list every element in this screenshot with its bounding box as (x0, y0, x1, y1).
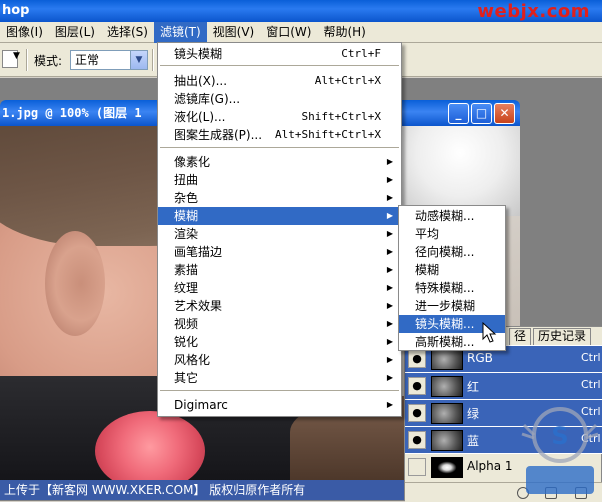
menu-layer[interactable]: 图层(L) (49, 22, 101, 43)
menu-item-pixelate[interactable]: 像素化 ▶ (158, 153, 401, 171)
menu-bar: 图像(I) 图层(L) 选择(S) 滤镜(T) 视图(V) 窗口(W) 帮助(H… (0, 22, 602, 43)
tab-paths[interactable]: 径 (509, 328, 532, 345)
submenu-arrow-icon: ▶ (386, 247, 393, 256)
submenu-arrow-icon: ▶ (386, 301, 393, 310)
eye-icon[interactable]: ● (408, 350, 426, 368)
menu-item-other[interactable]: 其它 ▶ (158, 369, 401, 387)
photo-veil (400, 126, 520, 216)
menu-image[interactable]: 图像(I) (0, 22, 49, 43)
tab-history[interactable]: 历史记录 (533, 328, 592, 345)
mode-value: 正常 (75, 53, 100, 67)
menu-item-sharpen[interactable]: 锐化 ▶ (158, 333, 401, 351)
menu-item-video[interactable]: 视频 ▶ (158, 315, 401, 333)
menu-separator (160, 390, 399, 392)
submenu-arrow-icon: ▶ (386, 211, 393, 220)
close-button[interactable]: ✕ (494, 103, 515, 124)
menu-help[interactable]: 帮助(H) (317, 22, 371, 43)
mode-select[interactable]: 正常 ▼ (70, 50, 148, 70)
svg-text:S: S (551, 422, 568, 450)
menu-item-liquify[interactable]: 液化(L)... Shift+Ctrl+X (158, 108, 401, 126)
chevron-down-icon[interactable]: ▼ (130, 51, 147, 69)
menu-item-filter-gallery[interactable]: 滤镜库(G)... (158, 90, 401, 108)
maximize-button[interactable]: □ (471, 103, 492, 124)
menu-item-sketch[interactable]: 素描 ▶ (158, 261, 401, 279)
menu-item-brush-strokes[interactable]: 画笔描边 ▶ (158, 243, 401, 261)
mode-label: 模式: (34, 54, 63, 68)
channel-row-red[interactable]: ● 红 Ctrl (405, 372, 602, 399)
submenu-arrow-icon: ▶ (386, 319, 393, 328)
toolbar-separator (26, 49, 28, 71)
channel-thumbnail (431, 457, 463, 478)
photo-rose (95, 411, 205, 482)
submenu-arrow-icon: ▶ (386, 373, 393, 382)
channel-thumbnail (431, 403, 463, 424)
channel-thumbnail (431, 349, 463, 370)
eye-icon[interactable] (408, 458, 426, 476)
menu-item-pattern-maker[interactable]: 图案生成器(P)... Alt+Shift+Ctrl+X (158, 126, 401, 144)
menu-item-stylize[interactable]: 风格化 ▶ (158, 351, 401, 369)
menu-item-render[interactable]: 渲染 ▶ (158, 225, 401, 243)
channel-thumbnail (431, 376, 463, 397)
menu-item-blur-simple[interactable]: 模糊 (399, 261, 505, 279)
eye-icon[interactable]: ● (408, 404, 426, 422)
menu-select[interactable]: 选择(S) (101, 22, 154, 43)
minimize-button[interactable]: _ (448, 103, 469, 124)
eye-icon[interactable]: ● (408, 377, 426, 395)
submenu-arrow-icon: ▶ (386, 175, 393, 184)
menu-item-last-filter[interactable]: 镜头模糊 Ctrl+F (158, 45, 401, 63)
menu-window[interactable]: 窗口(W) (260, 22, 317, 43)
menu-filter[interactable]: 滤镜(T) (153, 22, 207, 43)
caption-bar: 上传于【新客网 WWW.XKER.COM】 版权归原作者所有 (0, 480, 410, 500)
submenu-arrow-icon: ▶ (386, 283, 393, 292)
menu-item-digimarc[interactable]: Digimarc ▶ (158, 396, 401, 414)
menu-item-extract[interactable]: 抽出(X)... Alt+Ctrl+X (158, 72, 401, 90)
channel-name: 绿 (467, 407, 480, 421)
channel-name: 蓝 (467, 434, 480, 448)
menu-view[interactable]: 视图(V) (207, 22, 261, 43)
menu-item-blur[interactable]: 模糊 ▶ (158, 207, 401, 225)
cursor-arrow-icon (482, 322, 497, 343)
menu-item-smart-blur[interactable]: 特殊模糊... (399, 279, 505, 297)
eye-icon[interactable]: ● (408, 431, 426, 449)
channel-shortcut: Ctrl (581, 378, 601, 391)
menu-separator (160, 65, 399, 67)
menu-item-radial-blur[interactable]: 径向模糊... (399, 243, 505, 261)
channel-shortcut: Ctrl (581, 351, 601, 364)
menu-item-artistic[interactable]: 艺术效果 ▶ (158, 297, 401, 315)
menu-item-motion-blur[interactable]: 动感模糊... (399, 207, 505, 225)
menu-item-blur-more[interactable]: 进一步模糊 (399, 297, 505, 315)
filter-menu: 镜头模糊 Ctrl+F 抽出(X)... Alt+Ctrl+X 滤镜库(G)... … (157, 42, 402, 417)
document-title: 1.jpg @ 100% (图层 1 (2, 106, 142, 120)
toolbar-separator (152, 49, 154, 71)
submenu-arrow-icon: ▶ (386, 400, 393, 409)
submenu-arrow-icon: ▶ (386, 229, 393, 238)
submenu-arrow-icon: ▶ (386, 355, 393, 364)
menu-item-texture[interactable]: 纹理 ▶ (158, 279, 401, 297)
app-title: hop (2, 3, 30, 18)
menu-separator (160, 147, 399, 149)
submenu-arrow-icon: ▶ (386, 337, 393, 346)
channel-name: RGB (467, 351, 493, 365)
menu-item-distort[interactable]: 扭曲 ▶ (158, 171, 401, 189)
logo-watermark: S (521, 407, 599, 494)
channel-thumbnail (431, 430, 463, 451)
photo-ear (45, 231, 105, 336)
chevron-down-icon[interactable]: ▼ (13, 51, 20, 61)
submenu-arrow-icon: ▶ (386, 193, 393, 202)
channel-name: Alpha 1 (467, 459, 513, 473)
submenu-arrow-icon: ▶ (386, 157, 393, 166)
menu-item-average[interactable]: 平均 (399, 225, 505, 243)
watermark-text: webjx.com (477, 1, 590, 22)
channel-name: 红 (467, 380, 480, 394)
submenu-arrow-icon: ▶ (386, 265, 393, 274)
menu-item-noise[interactable]: 杂色 ▶ (158, 189, 401, 207)
